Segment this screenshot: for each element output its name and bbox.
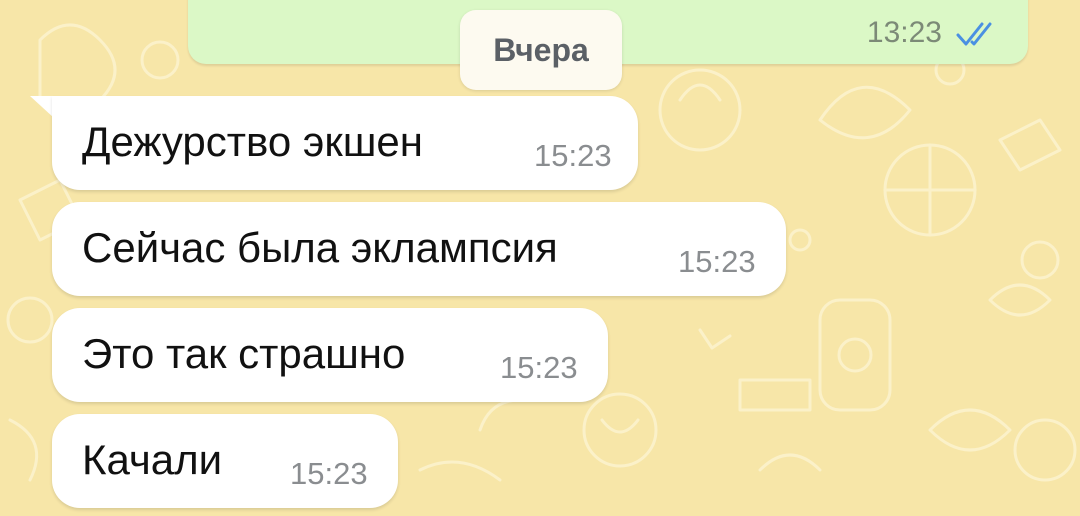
message-text: Сейчас была эклампсия (82, 224, 558, 271)
message-text: Это так страшно (82, 330, 406, 377)
message-time: 15:23 (500, 350, 578, 385)
date-divider: Вчера (460, 10, 622, 90)
incoming-message-bubble[interactable]: Сейчас была эклампсия 15:23 (52, 202, 786, 296)
incoming-message-bubble[interactable]: Это так страшно 15:23 (52, 308, 608, 402)
message-time: 15:23 (534, 138, 612, 173)
message-text: Дежурство экшен (82, 118, 423, 165)
message-time: 15:23 (290, 456, 368, 491)
double-check-read-icon (956, 22, 992, 46)
outgoing-message-time: 13:23 (866, 16, 942, 49)
incoming-message-bubble[interactable]: Качали 15:23 (52, 414, 398, 508)
message-text: Качали (82, 436, 223, 483)
date-divider-label: Вчера (493, 31, 589, 68)
incoming-message-bubble[interactable]: Дежурство экшен 15:23 (52, 96, 638, 190)
bubble-tail (30, 96, 54, 118)
message-time: 15:23 (678, 244, 756, 279)
